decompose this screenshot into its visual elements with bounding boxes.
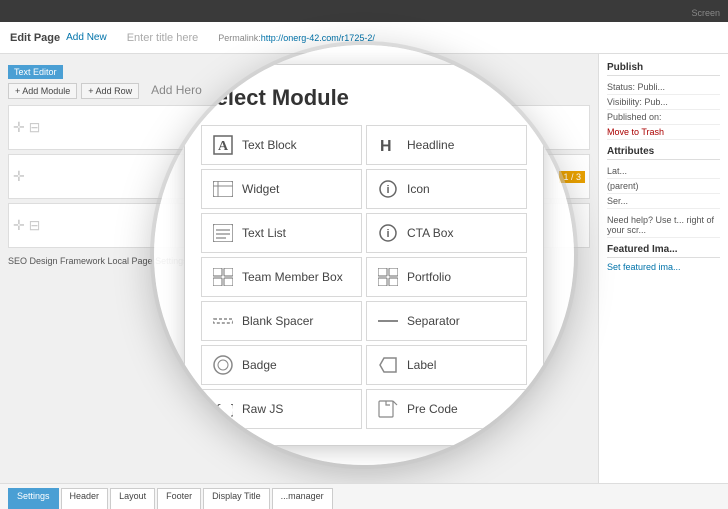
module-item-text-block[interactable]: A Text Block — [201, 125, 362, 165]
separator-icon — [377, 310, 399, 332]
module-item-team-member[interactable]: Team Member Box — [201, 257, 362, 297]
module-label-team-member: Team Member Box — [242, 270, 343, 284]
status-item: Status: Publi... — [607, 80, 720, 95]
badge-icon — [212, 354, 234, 376]
select-module-modal: Select Module A Text Block H Headline Widget… — [184, 64, 544, 446]
module-grid: A Text Block H Headline Widget i Icon Text List… — [201, 125, 527, 429]
module-item-widget[interactable]: Widget — [201, 169, 362, 209]
add-row-button[interactable]: + Add Row — [81, 83, 139, 99]
svg-text:i: i — [386, 228, 389, 240]
lat-item: Lat... — [607, 164, 720, 179]
page-bottom-tabs: SettingsHeaderLayoutFooterDisplay Title.… — [0, 483, 728, 509]
module-label-text-list: Text List — [242, 226, 286, 240]
module-item-label[interactable]: Label — [366, 345, 527, 385]
svg-text:{ }: { } — [214, 403, 233, 418]
module-item-badge[interactable]: Badge — [201, 345, 362, 385]
set-featured-link[interactable]: Set featured ima... — [607, 262, 720, 272]
module-item-separator[interactable]: Separator — [366, 301, 527, 341]
text-list-icon — [212, 222, 234, 244]
publish-section: Publish — [607, 62, 720, 76]
module-item-headline[interactable]: H Headline — [366, 125, 527, 165]
svg-text:H: H — [380, 138, 392, 155]
text-editor-tab[interactable]: Text Editor — [8, 65, 63, 79]
attributes-section: Attributes — [607, 146, 720, 160]
blank-spacer-icon — [212, 310, 234, 332]
icon-icon: i — [377, 178, 399, 200]
bottom-tab-manager[interactable]: ...manager — [272, 488, 333, 509]
svg-text:i: i — [386, 184, 389, 196]
help-text: Need help? Use t... right of your scr... — [607, 213, 720, 238]
module-item-text-list[interactable]: Text List — [201, 213, 362, 253]
portfolio-icon — [377, 266, 399, 288]
add-module-button[interactable]: + Add Module — [8, 83, 77, 99]
permalink: Permalink: — [218, 33, 261, 43]
module-item-cta-box[interactable]: i CTA Box — [366, 213, 527, 253]
published-on-item: Published on: — [607, 110, 720, 125]
module-item-icon[interactable]: i Icon — [366, 169, 527, 209]
module-label-cta-box: CTA Box — [407, 226, 453, 240]
admin-bar — [0, 0, 728, 22]
module-label-text-block: Text Block — [242, 138, 297, 152]
screen-label: Screen — [691, 8, 720, 18]
bottom-tab-footer[interactable]: Footer — [157, 488, 201, 509]
module-label-icon: Icon — [407, 182, 430, 196]
module-label-badge: Badge — [242, 358, 277, 372]
parent-item: (parent) — [607, 179, 720, 194]
module-label-raw-js: Raw JS — [242, 402, 283, 416]
text-block-icon: A — [212, 134, 234, 156]
circle-overlay: Select Module A Text Block H Headline Widget… — [154, 45, 574, 465]
module-label-separator: Separator — [407, 314, 460, 328]
bottom-tab-layout[interactable]: Layout — [110, 488, 155, 509]
ser-item: Ser... — [607, 194, 720, 209]
module-label-portfolio: Portfolio — [407, 270, 451, 284]
module-item-pre-code[interactable]: Pre Code — [366, 389, 527, 429]
title-placeholder: Enter title here — [127, 32, 199, 44]
headline-icon: H — [377, 134, 399, 156]
module-item-portfolio[interactable]: Portfolio — [366, 257, 527, 297]
label-icon — [377, 354, 399, 376]
visibility-item: Visibility: Pub... — [607, 95, 720, 110]
module-label-headline: Headline — [407, 138, 454, 152]
row-badge: 1 / 3 — [559, 171, 585, 183]
edit-page-label: Edit Page — [10, 32, 60, 44]
module-label-pre-code: Pre Code — [407, 402, 458, 416]
bottom-tab-display-title[interactable]: Display Title — [203, 488, 270, 509]
permalink-url[interactable]: http://onerg-42.com/r1725-2/ — [261, 33, 375, 43]
raw-js-icon: { } — [212, 398, 234, 420]
add-new-link[interactable]: Add New — [66, 32, 107, 43]
bottom-tab-header[interactable]: Header — [61, 488, 109, 509]
module-label-blank-spacer: Blank Spacer — [242, 314, 313, 328]
move-to-trash[interactable]: Move to Trash — [607, 125, 720, 140]
featured-image-section: Featured Ima... — [607, 244, 720, 258]
bottom-tab-settings[interactable]: Settings — [8, 488, 59, 509]
svg-text:A: A — [218, 139, 229, 154]
module-label-label: Label — [407, 358, 436, 372]
sidebar: Publish Status: Publi... Visibility: Pub… — [598, 54, 728, 509]
pre-code-icon — [377, 398, 399, 420]
team-member-icon — [212, 266, 234, 288]
widget-icon — [212, 178, 234, 200]
cta-box-icon: i — [377, 222, 399, 244]
module-item-raw-js[interactable]: { } Raw JS — [201, 389, 362, 429]
module-label-widget: Widget — [242, 182, 279, 196]
module-item-blank-spacer[interactable]: Blank Spacer — [201, 301, 362, 341]
modal-title: Select Module — [201, 85, 527, 111]
